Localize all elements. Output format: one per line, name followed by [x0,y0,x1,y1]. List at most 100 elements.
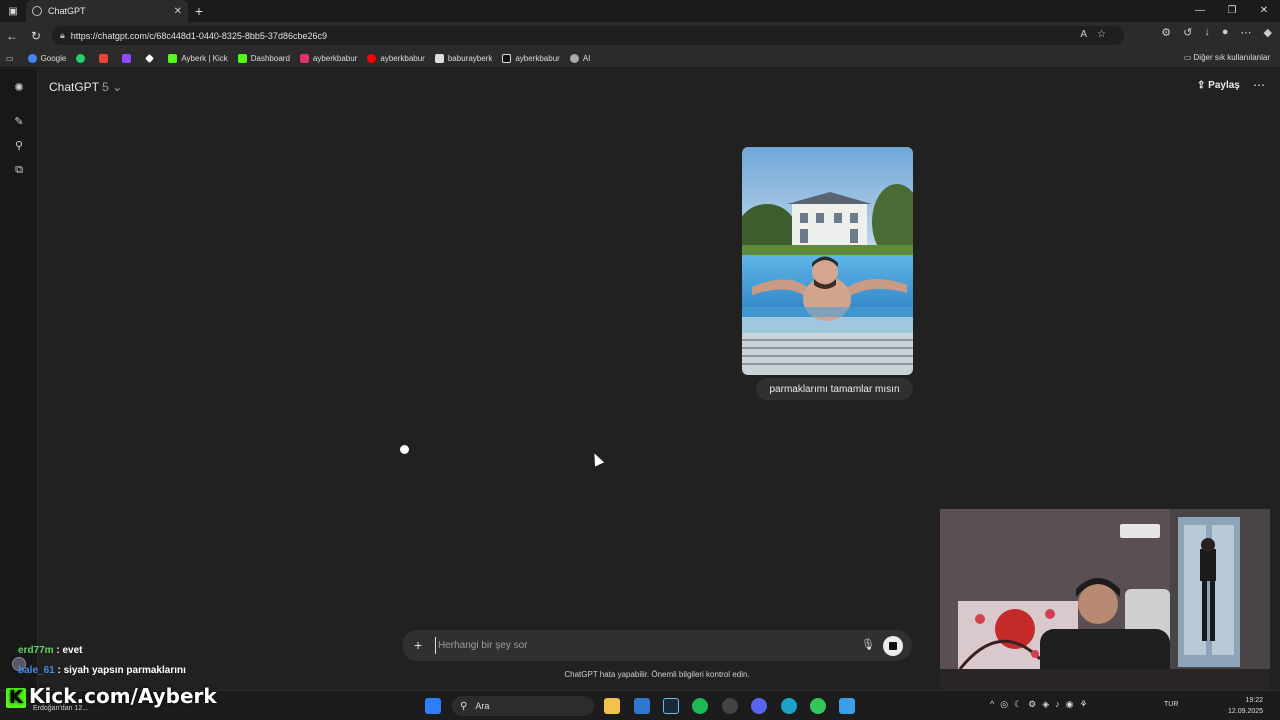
openai-logo-icon[interactable]: ✺ [12,81,26,95]
clock-time: 19:22 [1245,697,1264,704]
attach-plus-icon[interactable]: + [414,637,422,653]
chrome-icon[interactable] [722,698,738,714]
share-button[interactable]: ⇪ Paylaş [1197,80,1240,91]
language-indicator[interactable]: TUR [1164,701,1178,708]
tab-title: ChatGPT [48,6,86,16]
history-icon[interactable]: ↺ [1183,26,1192,39]
green-app-icon[interactable] [810,698,826,714]
edge-icon[interactable] [781,698,797,714]
restore-button[interactable]: ❐ [1216,0,1248,22]
microphone-icon[interactable]: 🎙︎ [861,638,875,651]
discord-icon[interactable] [751,698,767,714]
favorite-star-icon[interactable]: ☆ [1097,29,1116,40]
kick-icon [168,53,178,63]
library-icon[interactable]: ⧉ [12,163,26,177]
store-icon[interactable] [634,698,650,714]
system-tray[interactable]: ^◎☾⚙◈♪◉⚘ [990,699,1094,710]
more-options-button[interactable]: ⋯ [1253,78,1265,92]
steam-icon[interactable] [663,698,679,714]
twitch-icon [122,53,132,63]
copilot-icon[interactable]: ◆ [1264,26,1272,39]
bookmark-import-icon[interactable]: ▭ [6,54,14,63]
tab-close-icon[interactable]: ✕ [174,6,182,17]
bookmark-google[interactable]: Google [27,53,66,63]
taskbar-clock[interactable]: 19:22 12.09.2025 [1228,695,1263,717]
search-chats-icon[interactable]: ⚲ [12,139,26,153]
bookmark-diamond[interactable] [145,53,158,63]
bookmark-youtube[interactable]: ayberkbabur [367,53,425,63]
file-explorer-icon[interactable] [604,698,620,714]
uploaded-image[interactable] [742,147,913,375]
paint-icon[interactable] [839,698,855,714]
back-icon[interactable]: ← [0,29,24,43]
profile-icon[interactable]: ● [1222,26,1229,39]
bookmark-whatsapp[interactable] [76,53,89,63]
bookmark-twitch[interactable] [122,53,135,63]
stream-chat-message: bale_61 : siyah yapsın parmaklarını [18,665,186,676]
refresh-icon[interactable]: ↻ [24,29,48,43]
url-bar[interactable]: 🔒︎ https://chatgpt.com/c/68c448d1-0440-8… [52,26,1124,45]
bookmark-instagram[interactable]: ayberkbabur [299,53,357,63]
search-icon: ⚲ [460,700,468,712]
clock-date: 12.09.2025 [1228,708,1264,715]
close-window-button[interactable]: ✕ [1248,0,1280,22]
kick-logo-icon: K [6,688,26,708]
x-icon [434,53,444,63]
chat-username: erd77m [18,645,54,656]
bookmark-tiktok[interactable]: ayberkbabur [502,53,560,63]
kick-icon [237,53,247,63]
other-favorites[interactable]: ▭ Diğer sık kullanılanlar [1184,53,1270,62]
spotify-icon[interactable] [692,698,708,714]
bookmark-dashboard[interactable]: Dashboard [237,53,290,63]
read-aloud-icon[interactable]: A [1080,29,1097,40]
minimize-button[interactable]: — [1184,0,1216,22]
lock-icon: 🔒︎ [60,30,65,40]
chatgpt-favicon-icon [32,6,42,16]
folder-icon: ▭ [1183,53,1194,62]
browser-toolbar-right: ⚙ ↺ ↓ ● ⋯ ◆ [1161,26,1272,39]
model-selector[interactable]: ChatGPT 5 ⌄ [49,80,122,94]
chat-text: siyah yapsın parmaklarını [63,665,186,676]
diamond-icon [145,53,155,63]
model-version: 5 [102,80,109,94]
user-message-bubble: parmaklarımı tamamlar mısın [756,378,913,400]
bookmark-gmail[interactable] [99,53,112,63]
whatsapp-icon [76,53,86,63]
google-icon [27,53,37,63]
stop-generating-button[interactable] [883,636,903,656]
downloads-icon[interactable]: ↓ [1204,26,1210,39]
thinking-indicator [400,445,409,454]
tab-actions-icon[interactable]: ▣ [0,0,26,22]
notification-snippet: Erdoğan'dan 12... [33,705,89,712]
browser-tab-bar: ▣ ChatGPT ✕ + — ❐ ✕ [0,0,1280,22]
url-text: https://chatgpt.com/c/68c448d1-0440-8325… [70,30,327,41]
bookmark-x[interactable]: baburayberk [434,53,492,63]
disclaimer-text: ChatGPT hata yapabilir. Önemli bilgileri… [564,670,750,679]
gmail-icon [99,53,109,63]
share-icon: ⇪ [1197,80,1209,91]
windows-start-icon[interactable] [425,698,441,714]
bookmark-ai[interactable]: AI [569,53,590,63]
bookmark-ayberk-kick[interactable]: Ayberk | Kick [168,53,228,63]
prompt-input[interactable] [435,637,835,654]
new-tab-button[interactable]: + [188,3,210,19]
webcam-overlay [940,509,1270,691]
chatgpt-sidebar: ✺ ✎ ⚲ ⧉ [0,69,38,690]
pool-photo [742,147,913,375]
chat-text: evet [62,645,83,656]
new-chat-icon[interactable]: ✎ [12,115,26,129]
address-toolbar: ← ↻ 🔒︎ https://chatgpt.com/c/68c448d1-04… [0,22,1280,49]
webcam-scene [940,509,1270,691]
taskbar-search[interactable]: ⚲ Ara [452,696,594,716]
ai-icon [569,53,579,63]
stream-chat-message: erd77m : evet [18,645,83,656]
search-label: Ara [475,701,490,711]
chat-username: bale_61 [18,665,55,676]
settings-more-icon[interactable]: ⋯ [1241,26,1252,39]
tab-chatgpt[interactable]: ChatGPT ✕ [26,0,188,22]
mouse-cursor-icon [589,451,605,467]
chevron-down-icon: ⌄ [112,80,123,94]
model-name: ChatGPT [49,80,99,94]
extensions-icon[interactable]: ⚙ [1161,26,1171,39]
message-composer: + 🎙︎ [402,630,912,661]
